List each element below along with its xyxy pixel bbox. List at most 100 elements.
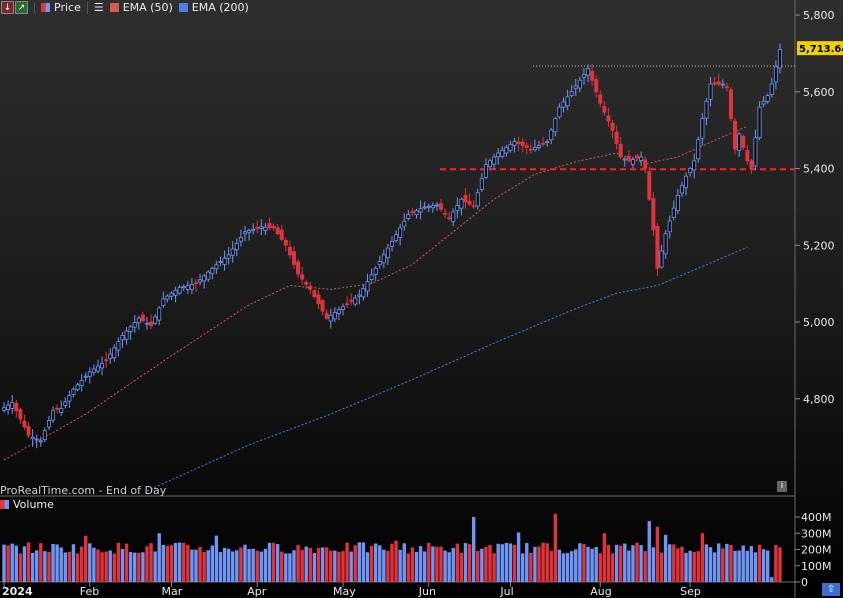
volume-bar xyxy=(2,544,6,582)
volume-bar xyxy=(206,550,210,582)
candle xyxy=(300,274,305,280)
volume-bar xyxy=(627,550,631,582)
candle xyxy=(610,122,615,131)
x-tick-label: Jun xyxy=(418,585,436,598)
volume-bar xyxy=(59,547,63,582)
volume-bar xyxy=(10,543,14,582)
volume-bar xyxy=(467,544,472,582)
x-tick-label: 2024 xyxy=(2,585,33,598)
candle xyxy=(467,200,472,205)
volume-bar xyxy=(639,545,643,582)
info-icon[interactable]: i xyxy=(777,481,787,492)
candle xyxy=(234,242,239,251)
volume-bar xyxy=(390,543,394,582)
volume-bar xyxy=(623,543,627,582)
volume-swatch-icon xyxy=(0,500,9,509)
candle xyxy=(18,409,23,420)
candle xyxy=(34,438,39,441)
volume-bar xyxy=(316,547,321,582)
candle xyxy=(671,207,676,218)
volume-bar xyxy=(145,546,149,582)
candle xyxy=(316,294,321,305)
volume-bar xyxy=(88,543,92,582)
volume-bar xyxy=(275,544,280,582)
volume-bar xyxy=(708,547,713,582)
candles xyxy=(2,43,782,449)
candle xyxy=(214,264,219,270)
scroll-up-icon[interactable]: ⇧ xyxy=(822,583,840,596)
volume-bar xyxy=(598,553,602,582)
volume-bar xyxy=(100,552,104,582)
volume-bar xyxy=(688,550,692,582)
volume-bar xyxy=(537,546,541,582)
candle xyxy=(128,326,133,332)
volume-bar xyxy=(22,546,27,582)
candle xyxy=(124,330,129,340)
candle xyxy=(385,247,390,259)
volume-bar xyxy=(476,550,480,582)
candle xyxy=(573,85,578,89)
candle xyxy=(120,335,125,341)
volume-bar xyxy=(280,551,284,582)
y-tick-label: 5,600 xyxy=(803,86,835,99)
candle xyxy=(75,384,80,390)
candle xyxy=(541,142,546,145)
volume-bar xyxy=(255,550,259,582)
volume-bar xyxy=(508,543,513,582)
volume-bar xyxy=(394,540,398,582)
candle xyxy=(369,274,374,280)
volume-bar xyxy=(341,551,345,582)
candle xyxy=(659,250,664,268)
volume-bar xyxy=(471,517,476,582)
candle xyxy=(259,226,264,229)
volume-bar xyxy=(741,545,745,582)
candle xyxy=(520,141,525,146)
volume-bar xyxy=(647,521,651,582)
volume-bar xyxy=(610,553,615,582)
volume-bar xyxy=(226,548,231,582)
candle xyxy=(279,229,284,240)
candle xyxy=(675,194,680,212)
volume-bar xyxy=(157,533,161,582)
volume-bar xyxy=(349,551,353,582)
candle xyxy=(108,353,113,359)
volume-bar xyxy=(729,544,733,582)
volume-bar xyxy=(770,577,774,582)
volume-bar xyxy=(365,552,370,582)
volume-bar xyxy=(177,542,182,582)
volume-bar xyxy=(112,553,117,582)
volume-legend[interactable]: Volume xyxy=(0,497,54,512)
candle xyxy=(345,303,350,306)
volume-bar xyxy=(586,546,590,582)
candle xyxy=(483,164,488,178)
volume-bar xyxy=(96,549,100,582)
candle xyxy=(181,286,186,288)
candle xyxy=(475,192,480,207)
volume-bar xyxy=(312,553,317,582)
volume-bar xyxy=(606,544,611,582)
candle xyxy=(251,228,256,231)
candle xyxy=(324,312,329,319)
candle xyxy=(688,168,693,174)
volume-bar xyxy=(557,549,562,582)
volume-bar xyxy=(133,552,137,582)
candle xyxy=(377,261,382,266)
volume-bar xyxy=(431,546,435,582)
volume-bar xyxy=(231,551,235,582)
candle xyxy=(218,261,223,263)
volume-bar xyxy=(745,550,749,582)
volume-bar xyxy=(672,544,676,582)
candle xyxy=(10,402,15,409)
candle xyxy=(381,254,386,264)
candle xyxy=(647,171,652,200)
candle xyxy=(63,401,68,406)
candle xyxy=(716,81,721,85)
volume-bar xyxy=(357,542,362,582)
volume-bar xyxy=(545,543,549,582)
y-tick-label: 5,000 xyxy=(803,316,835,329)
candle xyxy=(247,230,252,233)
candle xyxy=(741,136,746,148)
volume-bar xyxy=(516,532,521,582)
candle xyxy=(291,251,296,265)
volume-bar xyxy=(235,550,239,582)
